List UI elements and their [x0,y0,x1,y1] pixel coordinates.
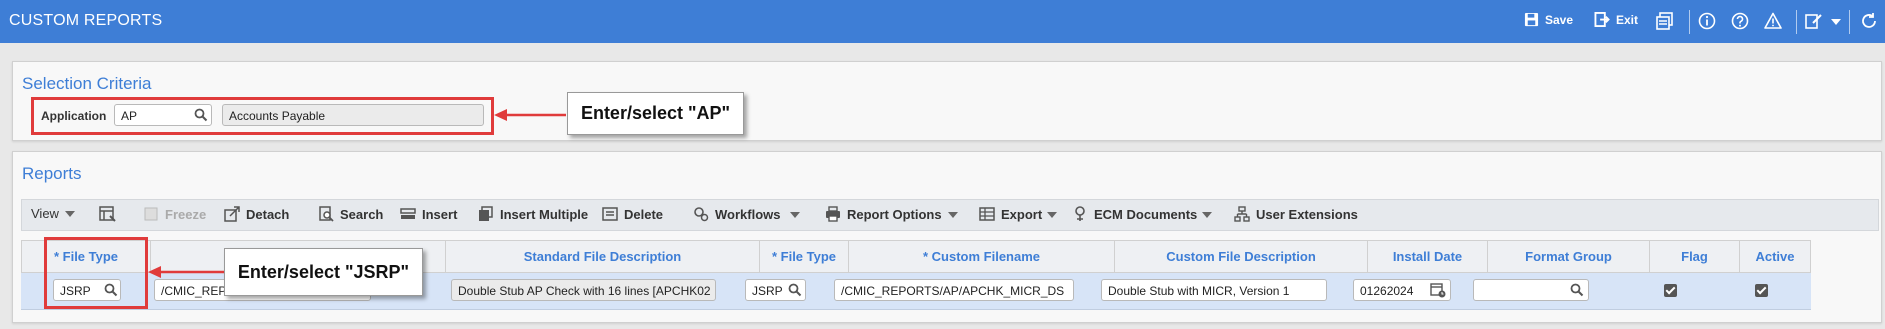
printer-icon [826,206,840,222]
detach-button[interactable]: Detach [224,206,289,222]
delete-button[interactable]: Delete [602,206,663,222]
custom-filename-input[interactable]: /CMIC_REPORTS/AP/APCHK_MICR_DS [834,279,1074,301]
annotation-arrow [148,266,224,278]
toolbar-separator [1796,10,1797,34]
highlight-box [31,97,494,135]
user-extensions-icon [1234,206,1250,222]
column-header-format-group[interactable]: Format Group [1488,240,1650,273]
callout-enter-jsrp: Enter/select "JSRP" [224,248,423,296]
refresh-icon[interactable] [1860,12,1878,30]
page-title: CUSTOM REPORTS [9,12,163,29]
standard-filename-value: /CMIC_REP [161,284,227,298]
custom-file-description-input[interactable]: Double Stub with MICR, Version 1 [1101,279,1327,301]
view-menu[interactable]: View [31,206,75,221]
user-extensions-label: User Extensions [1256,206,1358,222]
workflows-menu[interactable]: Workflows [693,206,781,222]
active-checkbox[interactable] [1755,284,1768,297]
freeze-button[interactable]: Freeze [143,206,206,222]
column-header-file-type-2[interactable]: * File Type [760,240,849,273]
insert-multiple-label: Insert Multiple [500,206,589,222]
insert-label: Insert [422,206,458,222]
save-button[interactable]: Save [1524,12,1573,27]
flag-checkbox[interactable] [1664,284,1677,297]
search-icon[interactable] [788,283,802,297]
chevron-down-icon[interactable] [1047,212,1057,218]
column-header-custom-filename[interactable]: * Custom Filename [849,240,1115,273]
exit-icon [1594,12,1610,27]
column-header-custom-file-description[interactable]: Custom File Description [1115,240,1368,273]
chevron-down-icon [64,210,75,217]
selection-criteria-title: Selection Criteria [22,74,152,93]
chevron-down-icon[interactable] [948,212,958,218]
export-menu[interactable]: Export [979,206,1042,222]
chevron-down-icon[interactable] [1831,19,1841,25]
callout-enter-ap: Enter/select "AP" [567,92,744,135]
user-extensions-button[interactable]: User Extensions [1234,206,1358,222]
app-header: CUSTOM REPORTS Save Exit [0,0,1885,43]
report-options-menu[interactable]: Report Options [825,206,942,222]
export-icon [979,207,995,221]
delete-label: Delete [624,206,664,222]
workflows-icon [694,207,709,222]
detach-label: Detach [246,206,290,222]
ecm-documents-icon [1075,206,1085,221]
detach-icon [224,206,240,222]
delete-icon [602,207,618,221]
reports-title: Reports [22,164,82,183]
report-options-label: Report Options [847,206,942,222]
grid-settings-icon[interactable] [99,206,117,222]
freeze-icon [144,207,158,221]
annotation-arrow [494,109,566,121]
insert-multiple-icon [479,206,493,221]
help-icon[interactable] [1731,12,1749,30]
search-icon[interactable] [1570,283,1584,297]
chevron-down-icon[interactable] [1202,212,1212,218]
custom-file-description-value: Double Stub with MICR, Version 1 [1108,284,1290,298]
insert-button[interactable]: Insert [400,206,457,222]
highlight-box [44,237,148,309]
insert-multiple-button[interactable]: Insert Multiple [478,206,588,222]
standard-file-description-value: Double Stub AP Check with 16 lines [APCH… [458,284,711,298]
search-button[interactable]: Search [318,206,383,222]
custom-filename-value: /CMIC_REPORTS/AP/APCHK_MICR_DS [841,284,1065,298]
ecm-documents-label: ECM Documents [1094,206,1198,222]
toolbar-separator [1689,10,1690,34]
export-label: Export [1001,206,1043,222]
info-icon[interactable] [1698,12,1716,30]
column-header-active[interactable]: Active [1740,240,1811,273]
exit-button[interactable]: Exit [1594,12,1638,27]
standard-file-description: Double Stub AP Check with 16 lines [APCH… [451,279,716,301]
print-icon[interactable] [1656,12,1674,30]
callout-jsrp-text: Enter/select "JSRP" [237,261,410,282]
search-label: Search [340,206,384,222]
view-label: View [31,206,59,221]
toolbar-separator [1849,10,1850,34]
install-date-value: 01262024 [1360,284,1414,298]
calendar-icon[interactable] [1430,282,1446,298]
warning-icon[interactable] [1764,12,1782,30]
insert-icon [400,208,416,219]
file-type-2-value: JSRP [752,284,783,298]
column-header-standard-file-description[interactable]: Standard File Description [446,240,760,273]
save-label: Save [1545,12,1574,27]
exit-label: Exit [1616,12,1639,27]
column-header-flag[interactable]: Flag [1650,240,1740,273]
save-icon [1524,12,1539,27]
column-header-install-date[interactable]: Install Date [1368,240,1488,273]
workflows-label: Workflows [715,206,781,222]
search-doc-icon [319,206,334,222]
edit-icon[interactable] [1805,12,1823,30]
ecm-documents-menu[interactable]: ECM Documents [1072,206,1197,222]
freeze-label: Freeze [165,206,207,222]
chevron-down-icon[interactable] [790,212,800,218]
callout-ap-text: Enter/select "AP" [580,103,731,123]
